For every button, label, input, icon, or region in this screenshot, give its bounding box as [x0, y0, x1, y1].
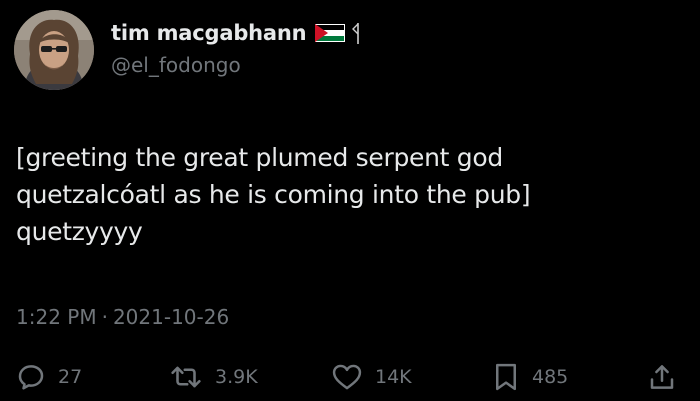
flagpole-icon	[351, 21, 361, 45]
palestine-flag-icon	[315, 24, 346, 42]
heart-icon	[332, 364, 362, 390]
avatar[interactable]	[14, 10, 94, 90]
action-bar: 27 3.9K 14K 485	[0, 357, 700, 397]
share-icon	[650, 365, 674, 389]
tweet-text-line: [greeting the great plumed serpent god	[16, 143, 503, 172]
bookmark-count: 485	[532, 366, 569, 388]
reply-icon	[18, 365, 44, 390]
share-button[interactable]	[648, 357, 676, 397]
timestamp-separator: ·	[101, 305, 108, 329]
reply-button[interactable]: 27	[16, 357, 82, 397]
like-button[interactable]: 14K	[331, 357, 412, 397]
tweet-text-line: quetzalcóatl as he is coming into the pu…	[16, 180, 531, 209]
tweet-timestamp[interactable]: 1:22 PM · 2021-10-26	[16, 305, 229, 329]
author-name-row: tim macgabhann	[111, 18, 361, 48]
avatar-photo-icon	[14, 10, 94, 90]
bookmark-icon	[496, 363, 516, 391]
tweet-card: tim macgabhann @el_fodongo [greeting the…	[0, 0, 700, 401]
author-handle[interactable]: @el_fodongo	[111, 53, 241, 77]
tweet-time: 1:22 PM	[16, 305, 97, 329]
retweet-icon	[171, 366, 201, 388]
like-count: 14K	[375, 366, 412, 388]
tweet-text: [greeting the great plumed serpent god q…	[16, 139, 686, 250]
display-name[interactable]: tim macgabhann	[111, 21, 307, 45]
retweet-button[interactable]: 3.9K	[169, 357, 258, 397]
tweet-date: 2021-10-26	[112, 305, 230, 329]
bookmark-button[interactable]: 485	[492, 357, 568, 397]
tweet-text-line: quetzyyyy	[16, 217, 143, 246]
retweet-count: 3.9K	[215, 366, 258, 388]
reply-count: 27	[58, 366, 83, 388]
